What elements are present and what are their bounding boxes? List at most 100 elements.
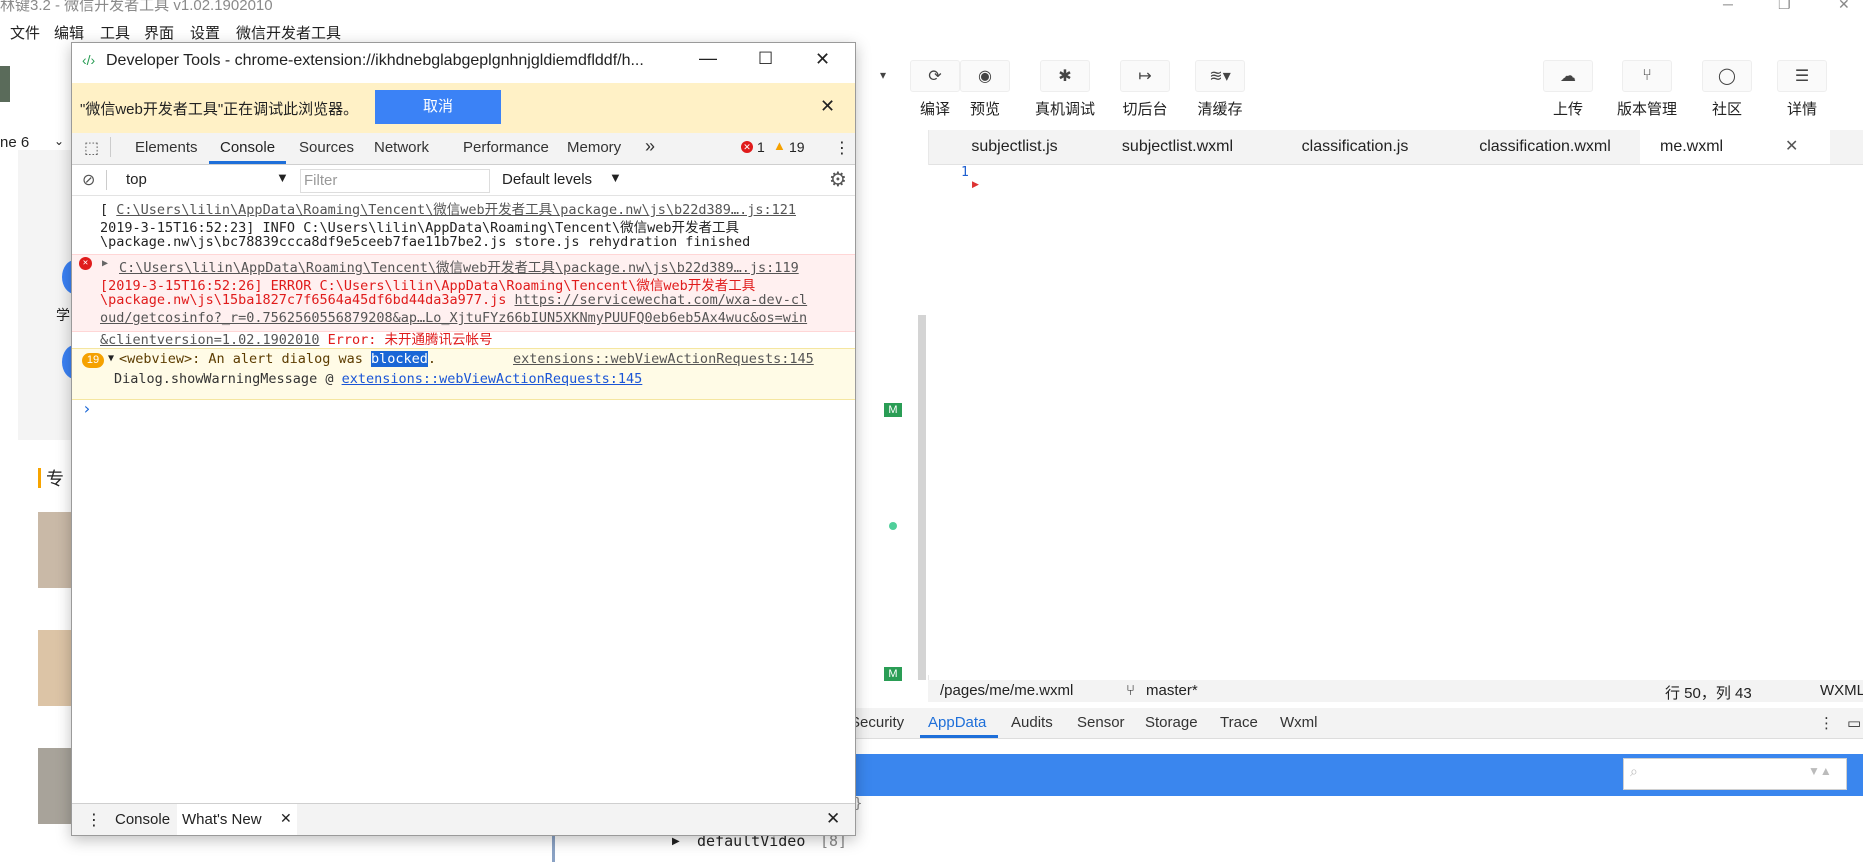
close-icon[interactable]: ✕ xyxy=(280,810,292,827)
code-editor[interactable]: 1 ▶ xyxy=(928,165,1863,675)
tab-classification-js[interactable]: classification.js xyxy=(1280,130,1430,164)
layers-icon: ≋▾ xyxy=(1195,60,1245,92)
source-link[interactable]: extensions::webViewActionRequests:145 xyxy=(513,351,814,367)
drawer-tab-console[interactable]: Console xyxy=(115,811,170,828)
restore-icon[interactable]: ❐ xyxy=(1778,0,1791,13)
cancel-button[interactable]: 取消 xyxy=(375,90,501,124)
clear-console-icon[interactable]: ⊘ xyxy=(82,170,95,190)
tab-memory[interactable]: Memory xyxy=(567,139,621,156)
tab-storage[interactable]: Storage xyxy=(1145,714,1198,731)
close-icon[interactable]: ✕ xyxy=(826,809,840,829)
menu-tools[interactable]: 工具 xyxy=(100,22,130,43)
tab-audits[interactable]: Audits xyxy=(1011,714,1053,731)
log-line: \package.nw\js\bc78839ccca8df9e5ceeb7fae… xyxy=(100,234,751,250)
chevron-down-icon[interactable]: ▼ xyxy=(276,170,289,185)
devtools-titlebar[interactable]: ‹/› Developer Tools - chrome-extension:/… xyxy=(72,43,855,83)
menu-settings[interactable]: 设置 xyxy=(190,22,220,43)
console-output[interactable]: [ C:\Users\lilin\AppData\Roaming\Tencent… xyxy=(72,196,855,796)
close-icon[interactable]: ✕ xyxy=(820,96,835,117)
details-button[interactable]: ☰ 详情 xyxy=(1767,60,1837,119)
context-select[interactable]: top xyxy=(126,171,147,188)
close-icon[interactable]: ✕ xyxy=(815,49,830,70)
background-button[interactable]: ↦ 切后台 xyxy=(1110,60,1180,119)
warning-count[interactable]: 19 xyxy=(789,139,805,155)
url-link[interactable]: oud/getcosinfo?_r=0.7562560556879208&ap…… xyxy=(100,310,807,326)
error-count[interactable]: 1 xyxy=(757,139,765,155)
branch-name[interactable]: master* xyxy=(1146,682,1198,699)
more-vert-icon[interactable]: ⋮ xyxy=(1819,714,1834,732)
tab-classification-wxml[interactable]: classification.wxml xyxy=(1450,130,1640,164)
minimize-icon[interactable]: — xyxy=(699,48,717,69)
dock-icon[interactable]: ▭ xyxy=(1847,714,1861,732)
chevron-down-icon[interactable]: ▾ xyxy=(880,68,886,82)
app-title: 林键3.2 - 微信开发者工具 v1.02.1902010 xyxy=(0,0,273,14)
tab-security[interactable]: Security xyxy=(850,714,904,731)
menu-file[interactable]: 文件 xyxy=(10,22,40,43)
log-source: [ C:\Users\lilin\AppData\Roaming\Tencent… xyxy=(100,202,796,218)
minimize-icon[interactable]: ─ xyxy=(1723,0,1733,12)
tab-wxml[interactable]: Wxml xyxy=(1280,714,1318,731)
menu-wechat-devtools[interactable]: 微信开发者工具 xyxy=(236,22,341,43)
tab-me-wxml[interactable]: me.wxml ✕ xyxy=(1640,130,1830,164)
levels-select[interactable]: Default levels xyxy=(502,171,592,188)
language-mode[interactable]: WXML xyxy=(1820,682,1863,699)
more-vert-icon[interactable]: ⋮ xyxy=(834,138,850,158)
tab-sensor[interactable]: Sensor xyxy=(1077,714,1125,731)
expand-icon[interactable]: ▶ xyxy=(672,836,680,847)
stack-line: Dialog.showWarningMessage @ extensions::… xyxy=(114,371,643,387)
console-drawer: ⋮ Console What's New ✕ ✕ xyxy=(72,803,855,835)
collapse-icon[interactable]: ▼ xyxy=(108,353,114,364)
log-line: &clientversion=1.02.1902010 Error: 未开通腾讯… xyxy=(100,328,493,348)
upload-button[interactable]: ☁ 上传 xyxy=(1533,60,1603,119)
filter-input[interactable]: Filter xyxy=(300,169,490,193)
infobar-text: "微信web开发者工具"正在调试此浏览器。 xyxy=(80,101,359,118)
log-source: extensions::webViewActionRequests:145 xyxy=(513,351,814,367)
log-line: oud/getcosinfo?_r=0.7562560556879208&ap…… xyxy=(100,310,807,326)
active-tab-indicator xyxy=(920,735,998,738)
section-marker xyxy=(38,468,41,488)
url-link[interactable]: https://servicewechat.com/wxa-dev-cl xyxy=(515,292,808,308)
console-prompt[interactable]: › xyxy=(82,399,92,418)
code-icon: ‹/› xyxy=(82,52,96,68)
more-tabs-icon[interactable]: » xyxy=(645,136,655,157)
tab-elements[interactable]: Elements xyxy=(135,139,198,156)
chevron-down-icon[interactable]: ▼ xyxy=(609,170,622,185)
status-bar: /pages/me/me.wxml ⑂ master* 行 50，列 43 WX… xyxy=(928,680,1863,702)
repeat-count-badge: 19 xyxy=(82,353,104,368)
modified-badge: M xyxy=(884,403,902,417)
divider xyxy=(106,170,107,190)
tab-network[interactable]: Network xyxy=(374,139,429,156)
tab-sources[interactable]: Sources xyxy=(299,139,354,156)
scrollbar[interactable] xyxy=(918,315,926,680)
cursor-position: 行 50，列 43 xyxy=(1665,685,1752,702)
tab-trace[interactable]: Trace xyxy=(1220,714,1258,731)
search-input[interactable]: ⌕ ▼▲ xyxy=(1623,758,1847,790)
app-titlebar: 林键3.2 - 微信开发者工具 v1.02.1902010 ─ ❐ ✕ xyxy=(0,0,1863,14)
tab-console[interactable]: Console xyxy=(220,139,275,156)
drawer-tab-whats-new[interactable]: What's New ✕ xyxy=(177,804,297,835)
tab-performance[interactable]: Performance xyxy=(463,139,549,156)
menu-view[interactable]: 界面 xyxy=(144,22,174,43)
inspect-icon[interactable]: ⬚ xyxy=(84,138,99,158)
maximize-icon[interactable]: ☐ xyxy=(758,49,773,69)
eye-icon: ◉ xyxy=(960,60,1010,92)
expand-icon[interactable]: ▶ xyxy=(102,258,108,269)
tab-subjectlist-js[interactable]: subjectlist.js xyxy=(952,130,1077,164)
tab-appdata[interactable]: AppData xyxy=(928,714,986,731)
preview-button[interactable]: ◉ 预览 xyxy=(950,60,1020,119)
console-toolbar: ⊘ top ▼ Filter Default levels ▼ ⚙ xyxy=(72,165,855,196)
more-vert-icon[interactable]: ⋮ xyxy=(86,810,102,830)
close-icon[interactable]: ✕ xyxy=(1785,130,1798,164)
clear-cache-button[interactable]: ≋▾ 清缓存 xyxy=(1185,60,1255,119)
gear-icon[interactable]: ⚙ xyxy=(829,167,847,192)
version-button[interactable]: ⑂ 版本管理 xyxy=(1612,60,1682,119)
avatar[interactable] xyxy=(0,66,10,102)
community-button[interactable]: ◯ 社区 xyxy=(1692,60,1762,119)
menu-edit[interactable]: 编辑 xyxy=(54,22,84,43)
url-link[interactable]: &clientversion=1.02.1902010 xyxy=(100,332,319,348)
remote-debug-button[interactable]: ✱ 真机调试 xyxy=(1030,60,1100,119)
close-icon[interactable]: ✕ xyxy=(1838,0,1850,13)
collapse-icon[interactable]: ▼▲ xyxy=(1808,764,1832,778)
tab-subjectlist-wxml[interactable]: subjectlist.wxml xyxy=(1095,130,1260,164)
source-link[interactable]: extensions::webViewActionRequests:145 xyxy=(342,371,643,387)
